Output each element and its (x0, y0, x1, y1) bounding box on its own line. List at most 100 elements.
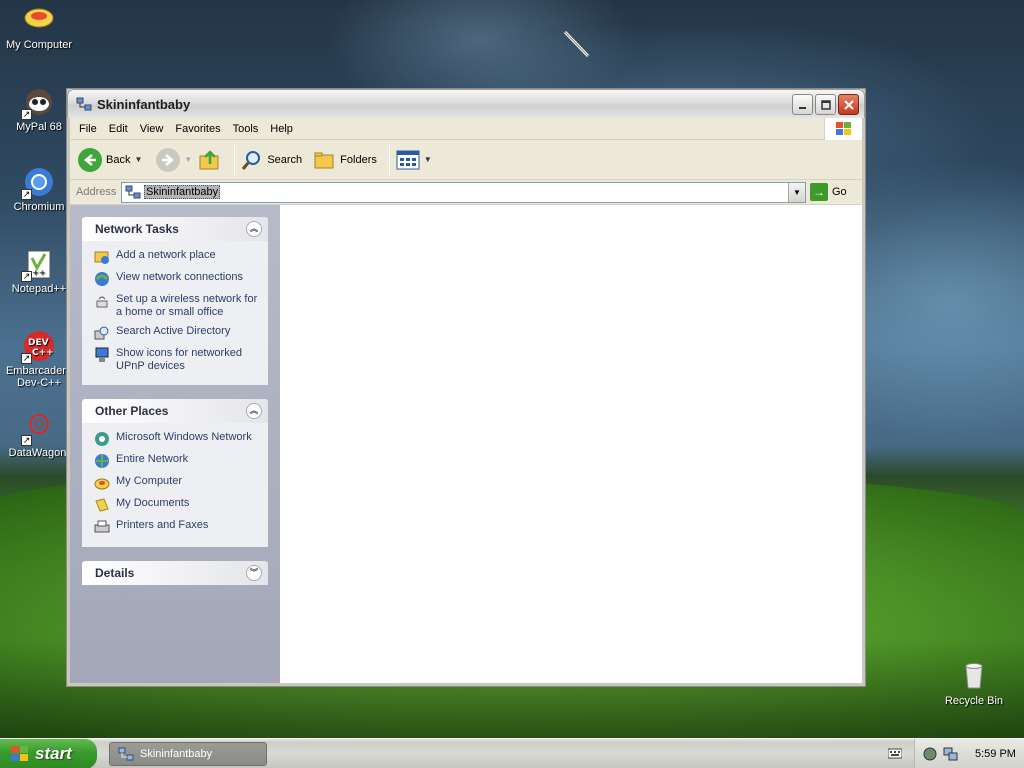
menu-bar: File Edit View Favorites Tools Help (70, 118, 862, 140)
mypal-browser-icon: ↗ (21, 86, 55, 120)
network-folder-icon (118, 747, 134, 760)
my-computer-icon (94, 478, 110, 490)
title-bar[interactable]: Skininfantbaby (67, 89, 865, 118)
network-status-icon[interactable] (943, 747, 959, 761)
panel-title: Other Places (95, 404, 169, 418)
task-search-active-directory[interactable]: Search Active Directory (94, 325, 258, 341)
back-button[interactable]: Back ▼ (78, 147, 142, 172)
expand-chevron-icon[interactable]: ︾ (246, 565, 262, 581)
desktop-icon-recycle-bin[interactable]: Recycle Bin (935, 660, 1013, 707)
collapse-chevron-icon[interactable]: ︽ (246, 221, 262, 237)
go-button[interactable]: → Go (810, 183, 847, 201)
maximize-icon (820, 99, 831, 110)
taskbar-window-label: Skininfantbaby (140, 747, 213, 760)
security-shield-icon[interactable] (923, 747, 937, 761)
add-network-place-icon (94, 251, 109, 264)
folders-label: Folders (340, 153, 377, 166)
svg-text:C++: C++ (32, 348, 54, 358)
network-tasks-header[interactable]: Network Tasks ︽ (82, 217, 268, 241)
go-label: Go (832, 186, 847, 198)
place-label: Entire Network (116, 453, 189, 465)
network-connections-icon (95, 272, 109, 286)
standard-toolbar: Back ▼ ▼ Search Folders ▼ (70, 140, 862, 180)
place-printers-faxes[interactable]: Printers and Faxes (94, 519, 258, 535)
address-dropdown-button[interactable]: ▼ (788, 182, 805, 202)
upnp-icon (95, 347, 109, 362)
keyboard-icon[interactable] (888, 747, 902, 759)
address-input[interactable]: Skininfantbaby ▼ (121, 181, 806, 203)
search-label: Search (267, 153, 303, 166)
forward-button[interactable]: ▼ (148, 147, 192, 172)
task-show-upnp-icons[interactable]: Show icons for networked UPnP devices (94, 347, 258, 373)
task-label: Set up a wireless network for a home or … (116, 293, 258, 318)
other-places-panel: Other Places ︽ Microsoft Windows Network… (82, 399, 268, 547)
desktop-icon-label: Recycle Bin (944, 695, 1004, 707)
address-label: Address (76, 186, 117, 198)
place-label: Printers and Faxes (116, 519, 209, 531)
task-pane: Network Tasks ︽ Add a network place View… (70, 205, 280, 683)
collapse-chevron-icon[interactable]: ︽ (246, 403, 262, 419)
place-entire-network[interactable]: Entire Network (94, 453, 258, 469)
windows-logo-icon (824, 118, 862, 140)
close-button[interactable] (838, 94, 859, 115)
place-windows-network[interactable]: Microsoft Windows Network (94, 431, 258, 447)
task-add-network-place[interactable]: Add a network place (94, 249, 258, 265)
folders-button[interactable]: Folders (314, 150, 377, 170)
start-label: start (35, 743, 72, 763)
task-view-network-connections[interactable]: View network connections (94, 271, 258, 287)
task-label: View network connections (116, 271, 243, 283)
windows-network-icon (95, 432, 109, 446)
up-folder-icon (199, 149, 219, 169)
search-button[interactable]: Search (241, 149, 302, 171)
back-label: Back (106, 153, 131, 166)
recycle-bin-icon (958, 660, 990, 692)
desktop-icon-my-computer[interactable]: My Computer (0, 4, 78, 51)
mouse-cursor-icon (563, 30, 590, 58)
system-tray: 5:59 PM (914, 739, 1024, 768)
maximize-button[interactable] (815, 94, 836, 115)
task-label: Show icons for networked UPnP devices (116, 347, 242, 372)
window-content: Network Tasks ︽ Add a network place View… (70, 205, 862, 683)
views-button[interactable]: ▼ (396, 150, 432, 170)
network-folder-icon (125, 185, 141, 199)
place-my-computer[interactable]: My Computer (94, 475, 258, 491)
start-button[interactable]: start (0, 738, 97, 768)
menu-view[interactable]: View (134, 123, 170, 135)
chevron-down-icon[interactable]: ▼ (424, 155, 432, 164)
place-label: Microsoft Windows Network (116, 431, 252, 443)
up-folder-button[interactable] (198, 148, 222, 172)
back-arrow-icon (78, 147, 102, 172)
windows-logo-icon (11, 745, 28, 761)
details-panel: Details ︾ (82, 561, 268, 585)
menu-edit[interactable]: Edit (103, 123, 134, 135)
my-documents-icon (95, 498, 109, 512)
menu-tools[interactable]: Tools (227, 123, 265, 135)
entire-network-icon (95, 454, 109, 468)
window-title: Skininfantbaby (97, 96, 191, 112)
close-icon (843, 99, 854, 110)
task-setup-wireless[interactable]: Set up a wireless network for a home or … (94, 293, 258, 319)
place-label: My Documents (116, 497, 190, 509)
clock[interactable]: 5:59 PM (975, 748, 1016, 760)
devcpp-icon: DEV C++ ↗ (21, 330, 55, 364)
minimize-icon (798, 106, 806, 109)
menu-favorites[interactable]: Favorites (169, 123, 226, 135)
folder-view[interactable] (280, 205, 862, 683)
taskbar: start Skininfantbaby 5:59 PM (0, 738, 1024, 768)
search-icon (242, 150, 261, 170)
printers-icon (94, 520, 110, 533)
menu-file[interactable]: File (70, 123, 103, 135)
address-value[interactable]: Skininfantbaby (144, 185, 221, 199)
toolbar-separator (234, 143, 236, 176)
details-header[interactable]: Details ︾ (82, 561, 268, 585)
notepadpp-icon: ++ ↗ (21, 248, 55, 282)
chevron-down-icon[interactable]: ▼ (134, 155, 142, 164)
toolbar-separator (388, 143, 390, 176)
other-places-header[interactable]: Other Places ︽ (82, 399, 268, 423)
taskbar-window-button[interactable]: Skininfantbaby (109, 741, 267, 766)
place-my-documents[interactable]: My Documents (94, 497, 258, 513)
search-directory-icon (94, 326, 109, 340)
minimize-button[interactable] (792, 94, 813, 115)
menu-help[interactable]: Help (264, 123, 299, 135)
chevron-down-icon: ▼ (793, 187, 801, 197)
